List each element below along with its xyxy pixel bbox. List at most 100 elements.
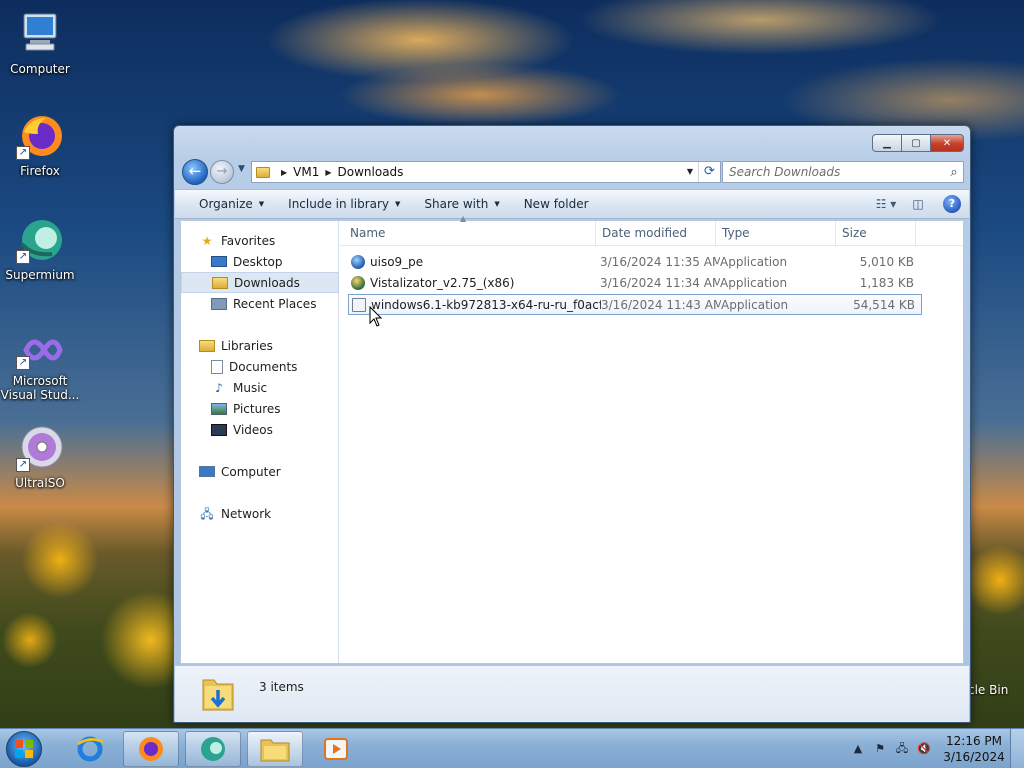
clock[interactable]: 12:16 PM 3/16/2024 — [938, 733, 1010, 765]
file-size: 1,183 KB — [859, 276, 914, 290]
desktop-icon-label: UltraISO — [15, 476, 65, 490]
column-header-type[interactable]: Type — [716, 221, 836, 246]
desktop-icon-firefox[interactable]: ↗ Firefox — [0, 112, 80, 178]
address-bar[interactable]: ▶ VM1 ▶ Downloads ▼ ⟳ — [251, 161, 721, 183]
nav-item-network[interactable]: 🖧 Network — [181, 503, 339, 524]
nav-item-recent-places[interactable]: Recent Places — [181, 293, 339, 314]
recent-pages-button[interactable]: ▼ — [238, 164, 245, 174]
nav-item-favorites[interactable]: ★ Favorites — [181, 230, 339, 251]
taskbar-windows-explorer[interactable] — [247, 731, 303, 767]
nav-item-music[interactable]: ♪ Music — [181, 377, 339, 398]
taskbar-firefox[interactable] — [123, 731, 179, 767]
nav-item-libraries[interactable]: Libraries — [181, 335, 339, 356]
close-icon: ✕ — [942, 137, 952, 149]
firefox-icon: ↗ — [16, 112, 64, 160]
nav-item-label: Libraries — [221, 338, 273, 353]
help-button[interactable]: ? — [943, 195, 961, 213]
file-list-pane[interactable]: ▲ Name Date modified Type Size uiso9_pe … — [340, 214, 963, 663]
back-button[interactable]: ← — [182, 159, 208, 185]
network-status-icon[interactable]: 🖧 — [894, 741, 910, 757]
organize-label: Organize — [199, 197, 253, 211]
breadcrumb-chevron-icon[interactable]: ▶ — [325, 168, 331, 177]
share-with-button[interactable]: Share with ▼ — [412, 197, 511, 211]
search-icon[interactable]: ⌕ — [945, 165, 963, 180]
nav-item-videos[interactable]: Videos — [181, 419, 339, 440]
taskbar: ▲ ⚑ 🖧 🔇 12:16 PM 3/16/2024 — [0, 728, 1024, 768]
desktop-icon-ultraiso[interactable]: ↗ UltraISO — [0, 424, 80, 490]
file-row[interactable]: uiso9_pe 3/16/2024 11:35 AM Application … — [348, 252, 922, 273]
file-type: Application — [720, 276, 788, 290]
details-pane: 3 items — [175, 665, 969, 722]
command-bar: Organize ▼ Include in library ▼ Share with… — [175, 189, 969, 219]
breadcrumb-vm1[interactable]: VM1 — [293, 165, 319, 179]
supermium-icon — [201, 737, 225, 761]
column-header-date-modified[interactable]: Date modified — [596, 221, 716, 246]
file-date: 3/16/2024 11:43 AM — [601, 298, 721, 312]
new-folder-button[interactable]: New folder — [512, 197, 601, 211]
clock-date: 3/16/2024 — [943, 750, 1005, 764]
file-row-selected[interactable]: windows6.1-kb972813-x64-ru-ru_f0acfc6...… — [348, 294, 922, 315]
close-button[interactable]: ✕ — [930, 134, 964, 152]
column-header-name[interactable]: Name — [344, 221, 596, 246]
address-dropdown-button[interactable]: ▼ — [682, 162, 698, 182]
forward-button[interactable]: → — [210, 160, 234, 184]
taskbar-supermium[interactable] — [185, 731, 241, 767]
desktop-icon-supermium[interactable]: ↗ Supermium — [0, 216, 80, 282]
supermium-icon: ↗ — [16, 216, 64, 264]
nav-item-pictures[interactable]: Pictures — [181, 398, 339, 419]
documents-icon — [211, 359, 223, 374]
breadcrumb-downloads[interactable]: Downloads — [338, 165, 404, 179]
windows-logo-icon — [15, 740, 33, 758]
nav-item-label: Recent Places — [233, 296, 317, 311]
organize-button[interactable]: Organize ▼ — [175, 197, 276, 211]
breadcrumb-chevron-icon[interactable]: ▶ — [281, 168, 287, 177]
desktop-icon-computer[interactable]: Computer — [0, 10, 80, 76]
nav-item-downloads[interactable]: Downloads — [181, 272, 339, 293]
file-date: 3/16/2024 11:35 AM — [600, 255, 720, 269]
media-player-icon — [324, 738, 348, 760]
maximize-button[interactable]: ▢ — [901, 134, 931, 152]
taskbar-internet-explorer[interactable] — [62, 731, 118, 767]
explorer-folder-icon — [260, 739, 290, 762]
search-input[interactable] — [729, 163, 945, 181]
preview-pane-icon: ◫ — [912, 197, 924, 211]
installer-app-icon — [352, 298, 366, 312]
navigation-row: ← → ▼ ▶ VM1 ▶ Downloads ▼ ⟳ ⌕ — [182, 159, 964, 185]
desktop-icon-label: Computer — [10, 62, 70, 76]
chevron-up-icon: ▲ — [853, 742, 863, 755]
show-hidden-icons-button[interactable]: ▲ — [850, 741, 866, 757]
column-headers: ▲ Name Date modified Type Size — [340, 214, 963, 246]
nav-item-computer[interactable]: Computer — [181, 461, 339, 482]
column-header-size[interactable]: Size — [836, 221, 916, 246]
refresh-button[interactable]: ⟳ — [698, 162, 720, 182]
share-with-label: Share with — [424, 197, 489, 211]
nav-item-label: Videos — [233, 422, 273, 437]
uiso-app-icon — [351, 255, 365, 269]
nav-item-label: Computer — [221, 464, 281, 479]
navigation-pane[interactable]: ★ Favorites Desktop Downloads Recent Pla… — [181, 221, 339, 663]
file-size: 5,010 KB — [859, 255, 914, 269]
computer-icon — [16, 10, 64, 58]
back-arrow-icon: ← — [188, 162, 202, 180]
change-view-button[interactable]: ☷ ▾ — [875, 195, 897, 213]
include-in-library-button[interactable]: Include in library ▼ — [276, 197, 412, 211]
action-center-flag-icon[interactable]: ⚑ — [872, 741, 888, 757]
file-row[interactable]: Vistalizator_v2.75_(x86) 3/16/2024 11:34… — [348, 273, 922, 294]
minimize-button[interactable]: ▁ — [872, 134, 902, 152]
caption-buttons: ▁ ▢ ✕ — [872, 134, 964, 152]
file-type: Application — [720, 255, 788, 269]
preview-pane-button[interactable]: ◫ — [907, 195, 929, 213]
volume-muted-icon[interactable]: 🔇 — [916, 741, 932, 757]
recycle-bin-label[interactable]: cle Bin — [968, 683, 1008, 697]
start-button[interactable] — [6, 731, 42, 767]
nav-item-desktop[interactable]: Desktop — [181, 251, 339, 272]
taskbar-media-player[interactable] — [308, 731, 364, 767]
show-desktop-button[interactable] — [1010, 729, 1024, 768]
visual-studio-icon: ↗ — [16, 330, 64, 370]
file-name: uiso9_pe — [370, 255, 424, 269]
shortcut-arrow-icon: ↗ — [16, 250, 30, 264]
desktop-icon-visual-studio[interactable]: ↗ Microsoft Visual Stud... — [0, 330, 80, 402]
desktop-icon — [211, 256, 227, 267]
nav-item-documents[interactable]: Documents — [181, 356, 339, 377]
forward-arrow-icon: → — [216, 164, 228, 179]
